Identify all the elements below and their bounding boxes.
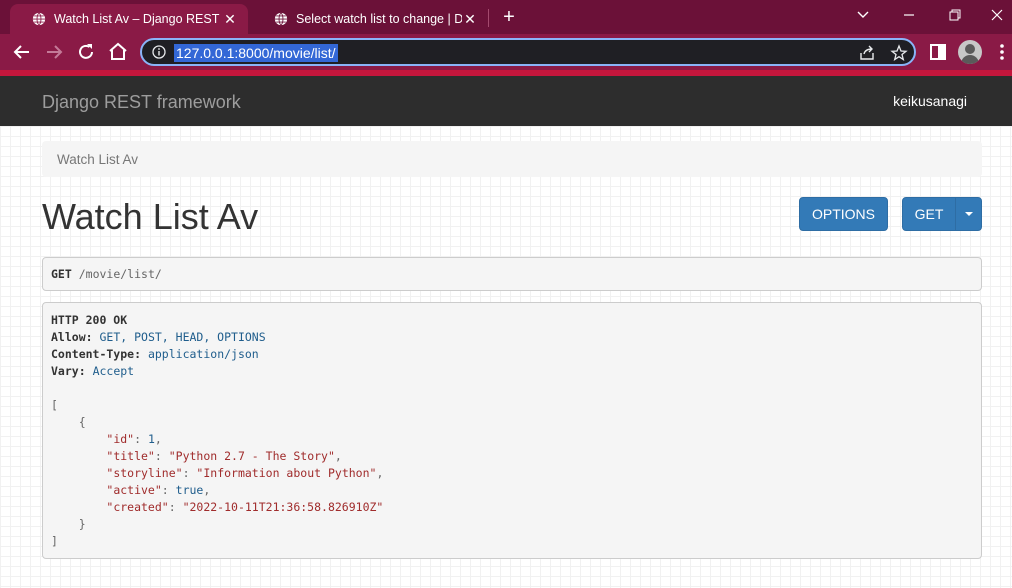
browser-tab-active[interactable]: Watch List Av – Django REST framework ✕ xyxy=(10,4,248,34)
globe-icon xyxy=(274,12,288,26)
request-info: GET /movie/list/ xyxy=(42,257,982,291)
vary-header-value: Accept xyxy=(92,364,135,378)
breadcrumb-item-active: Watch List Av xyxy=(57,152,139,167)
page-content: Watch List Av Watch List Av OPTIONS GET … xyxy=(0,126,1012,588)
reload-icon[interactable] xyxy=(74,40,98,64)
close-tab-icon[interactable]: ✕ xyxy=(222,11,238,28)
content-type-header-key: Content-Type: xyxy=(51,347,142,361)
get-button[interactable]: GET xyxy=(902,197,956,231)
profile-avatar[interactable] xyxy=(958,40,982,64)
json-brace-open: { xyxy=(51,415,86,429)
json-key-created: "created" xyxy=(106,500,169,514)
response-status: HTTP 200 OK xyxy=(51,313,128,327)
globe-icon xyxy=(32,12,46,26)
json-value-created: "2022-10-11T21:36:58.826910Z" xyxy=(182,500,384,514)
browser-tab-inactive[interactable]: Select watch list to change | Django sit… xyxy=(252,4,488,34)
user-dropdown[interactable]: keikusanagi xyxy=(893,93,967,109)
options-button[interactable]: OPTIONS xyxy=(799,197,888,231)
brand-link[interactable]: Django REST framework xyxy=(42,92,241,113)
json-bracket-close: ] xyxy=(51,534,58,548)
json-key-id: "id" xyxy=(106,432,135,446)
get-format-dropdown-toggle[interactable] xyxy=(955,197,982,231)
request-path: /movie/list/ xyxy=(78,267,162,281)
side-panel-icon[interactable] xyxy=(926,40,950,64)
url-text[interactable]: 127.0.0.1:8000/movie/list/ xyxy=(174,44,338,62)
browser-tab-strip: Watch List Av – Django REST framework ✕ … xyxy=(0,0,1012,34)
response-info: HTTP 200 OK Allow: GET, POST, HEAD, OPTI… xyxy=(42,302,982,559)
close-tab-icon[interactable]: ✕ xyxy=(462,11,478,28)
bookmark-star-icon[interactable] xyxy=(890,44,908,62)
json-value-storyline: "Information about Python" xyxy=(196,466,377,480)
tab-search-chevron-icon[interactable] xyxy=(848,4,878,26)
back-arrow-icon[interactable] xyxy=(10,40,34,64)
allow-header-value: GET, POST, HEAD, OPTIONS xyxy=(99,330,266,344)
json-brace-close: } xyxy=(51,517,86,531)
caret-down-icon xyxy=(965,212,973,216)
json-key-active: "active" xyxy=(106,483,162,497)
json-value-title: "Python 2.7 - The Story" xyxy=(168,449,335,463)
minimize-icon[interactable] xyxy=(894,4,924,26)
tab-title: Select watch list to change | Django sit… xyxy=(296,12,462,26)
restore-icon[interactable] xyxy=(940,4,970,26)
content-type-header-value: application/json xyxy=(147,347,259,361)
json-key-storyline: "storyline" xyxy=(106,466,183,480)
browser-toolbar: 127.0.0.1:8000/movie/list/ xyxy=(0,34,1012,70)
more-menu-icon[interactable] xyxy=(990,40,1012,64)
new-tab-button[interactable]: + xyxy=(498,5,520,29)
share-icon[interactable] xyxy=(858,44,876,62)
close-window-icon[interactable] xyxy=(982,4,1012,26)
page-title: Watch List Av xyxy=(42,196,259,237)
vary-header-key: Vary: xyxy=(51,364,86,378)
tab-divider xyxy=(488,9,489,27)
breadcrumb: Watch List Av xyxy=(42,141,982,177)
json-key-title: "title" xyxy=(106,449,155,463)
json-bracket-open: [ xyxy=(51,398,58,412)
request-method: GET xyxy=(51,267,72,281)
allow-header-key: Allow: xyxy=(51,330,93,344)
site-info-icon[interactable] xyxy=(152,45,166,59)
navbar: Django REST framework keikusanagi xyxy=(0,76,1012,126)
forward-arrow-icon[interactable] xyxy=(42,40,66,64)
address-bar[interactable]: 127.0.0.1:8000/movie/list/ xyxy=(140,38,916,66)
json-value-id: 1 xyxy=(147,432,155,446)
json-value-active: true xyxy=(175,483,204,497)
tab-title: Watch List Av – Django REST framework xyxy=(54,12,222,26)
home-icon[interactable] xyxy=(106,40,130,64)
